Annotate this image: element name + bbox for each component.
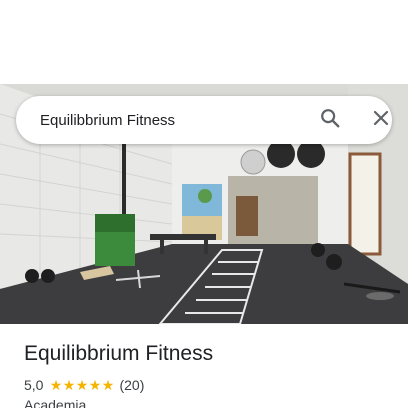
top-blank-area — [0, 0, 408, 84]
place-category: Academia — [24, 397, 87, 408]
close-icon — [372, 109, 390, 132]
star-icon: ★ — [101, 377, 115, 393]
close-button[interactable] — [367, 106, 395, 134]
search-button[interactable] — [316, 106, 344, 134]
rating-value: 5,0 — [24, 377, 44, 393]
star-icon: ★ — [75, 377, 89, 393]
star-icon: ★ — [88, 377, 102, 393]
star-icon: ★ — [62, 377, 76, 393]
star-icon: ★ — [49, 377, 63, 393]
rating-row[interactable]: 5,0 ★ ★ ★ ★ ★ (20) — [24, 376, 144, 394]
search-input[interactable] — [40, 109, 290, 131]
rating-stars: ★ ★ ★ ★ ★ — [49, 377, 115, 393]
search-icon — [319, 107, 341, 134]
review-count: (20) — [119, 377, 145, 393]
place-title[interactable]: Equilibbrium Fitness — [24, 342, 213, 366]
search-bar — [16, 96, 392, 144]
place-info-panel: Equilibbrium Fitness 5,0 ★ ★ ★ ★ ★ (20) … — [0, 324, 408, 408]
